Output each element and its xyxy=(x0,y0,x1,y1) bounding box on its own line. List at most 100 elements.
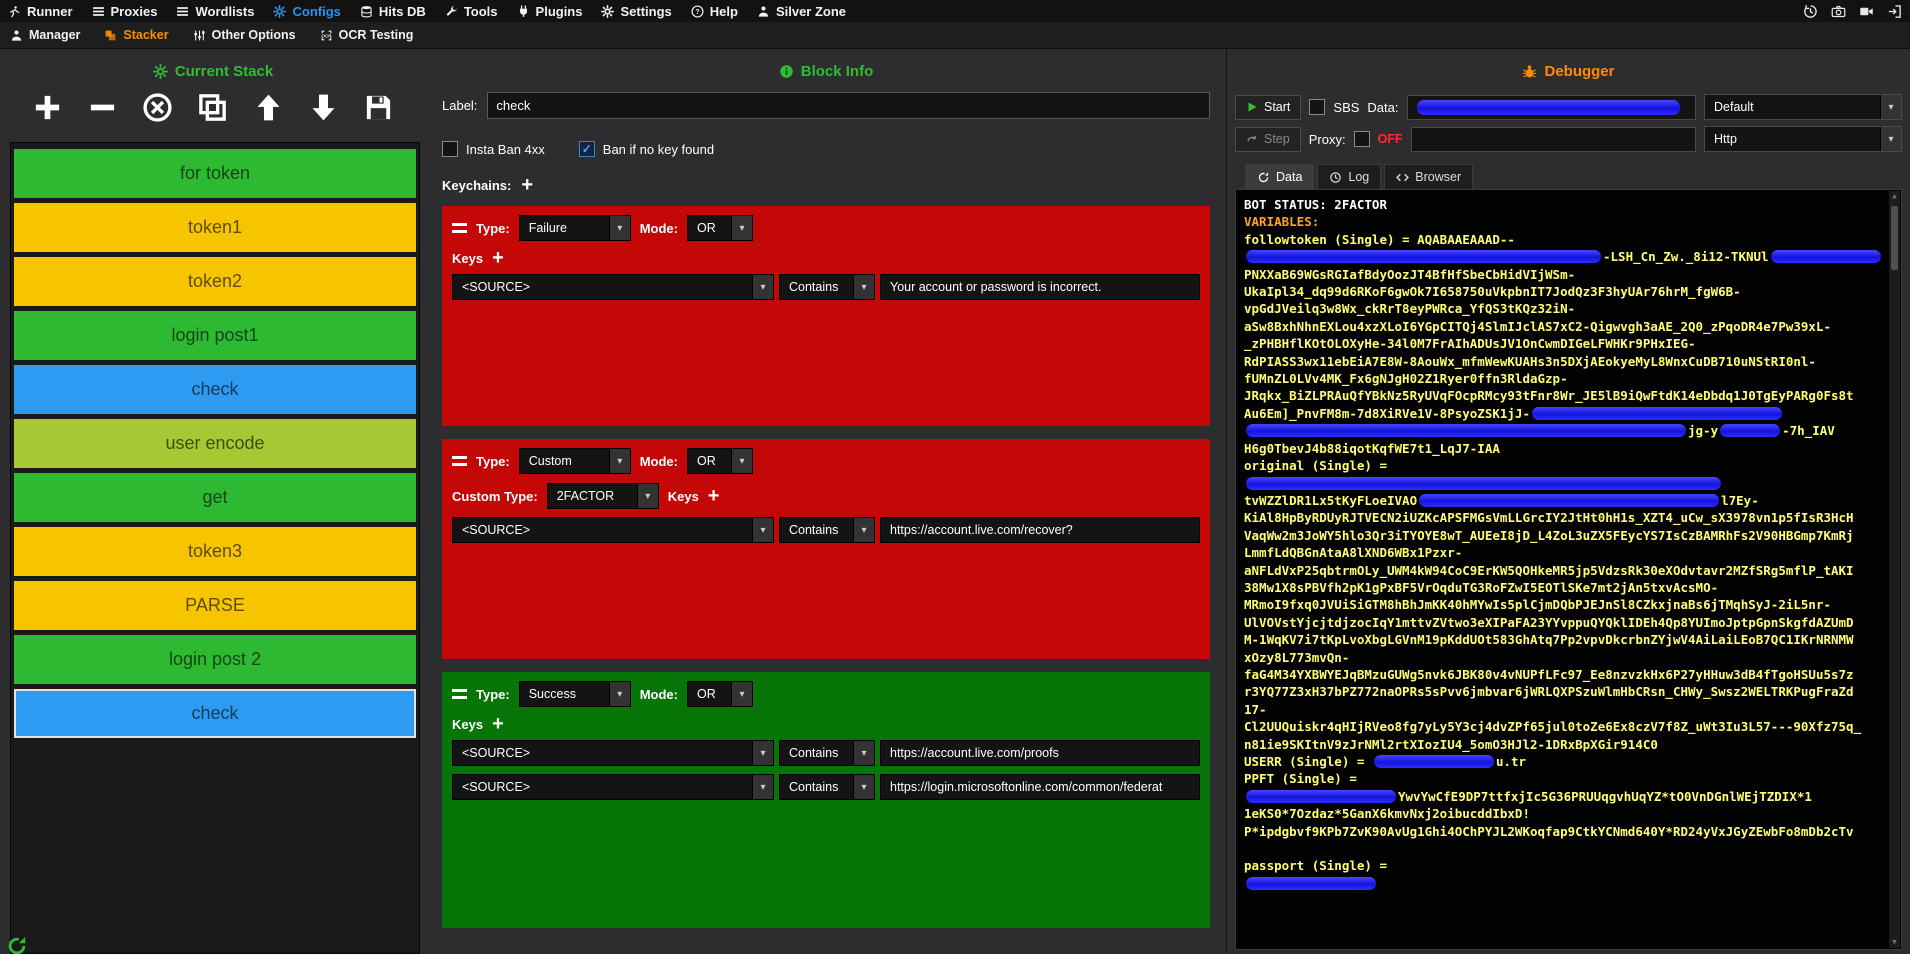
log-line: PNXXaB69WGsRGIafBdyOozJT4BfHfSbeCbHidVIj… xyxy=(1244,266,1883,283)
keychain-handle-icon[interactable] xyxy=(452,223,467,233)
menu-item-configs[interactable]: Configs xyxy=(273,4,340,19)
start-button[interactable]: Start xyxy=(1235,95,1301,120)
stack-item[interactable]: token3 xyxy=(14,527,416,576)
keychain-type-select[interactable]: Success▾ xyxy=(519,681,631,707)
keychain-success: Type:Success▾Mode:OR▾Keys+<SOURCE>▾Conta… xyxy=(442,672,1210,928)
log-line: RdPIASS3wx11ebEiA7E8W-8AouWx_mfmWewKUAHs… xyxy=(1244,353,1883,370)
proxy-checkbox[interactable] xyxy=(1354,131,1370,147)
menu-item-silver-zone[interactable]: Silver Zone xyxy=(757,4,846,19)
keychain-mode-select[interactable]: OR▾ xyxy=(687,448,753,474)
log-line xyxy=(1244,875,1883,892)
keychain-mode-select[interactable]: OR▾ xyxy=(687,681,753,707)
key-value-input[interactable]: https://account.live.com/recover? xyxy=(880,517,1200,543)
move-down-button[interactable] xyxy=(308,92,339,128)
video-icon[interactable] xyxy=(1859,4,1874,19)
log-line: aNFLdVxP25qbtrmOLy_UWM4kW94CoC9ErKW5QOHk… xyxy=(1244,562,1883,579)
chevron-down-icon: ▾ xyxy=(752,275,773,299)
stack-item[interactable]: check xyxy=(14,365,416,414)
keychain-type-select[interactable]: Failure▾ xyxy=(519,215,631,241)
block-label-input[interactable] xyxy=(487,92,1210,119)
history-icon[interactable] xyxy=(1803,4,1818,19)
stack-item[interactable]: for token xyxy=(14,149,416,198)
log-line xyxy=(1244,475,1883,492)
debugger-tab-browser[interactable]: Browser xyxy=(1384,164,1473,189)
keychain-mode-select[interactable]: OR▾ xyxy=(687,215,753,241)
menu-item-proxies[interactable]: Proxies xyxy=(92,4,158,19)
debugger-tab-data[interactable]: Data xyxy=(1245,164,1314,189)
key-condition-select[interactable]: Contains▾ xyxy=(779,517,875,543)
add-keychain-button[interactable]: + xyxy=(521,177,533,193)
menu-item-hits-db[interactable]: Hits DB xyxy=(360,4,426,19)
runner-icon xyxy=(8,5,21,18)
subtab-other-options[interactable]: Other Options xyxy=(193,28,296,42)
debugger-tab-log[interactable]: Log xyxy=(1317,164,1381,189)
exit-icon[interactable] xyxy=(1887,4,1902,19)
keychain-handle-icon[interactable] xyxy=(452,689,467,699)
key-value-input[interactable]: https://login.microsoftonline.com/common… xyxy=(880,774,1200,800)
menu-item-wordlists[interactable]: Wordlists xyxy=(176,4,254,19)
data-input[interactable] xyxy=(1407,95,1697,120)
camera-icon[interactable] xyxy=(1831,4,1846,19)
stack-item[interactable]: PARSE xyxy=(14,581,416,630)
menu-item-plugins[interactable]: Plugins xyxy=(517,4,583,19)
stack-item[interactable]: token2 xyxy=(14,257,416,306)
add-key-button[interactable]: + xyxy=(492,250,504,266)
move-up-button[interactable] xyxy=(253,92,284,128)
proxy-type-select[interactable]: Http ▾ xyxy=(1704,126,1902,152)
log-line: YwvYwCfE9DP7ttfxjIc5G36PRUUqgvhUqYZ*tO0V… xyxy=(1244,788,1883,805)
add-key-button[interactable]: + xyxy=(492,716,504,732)
ban-if-no-key-checkbox[interactable]: ✓Ban if no key found xyxy=(579,141,714,157)
key-value-input[interactable]: Your account or password is incorrect. xyxy=(880,274,1200,300)
person-icon xyxy=(10,29,23,42)
stack-item[interactable]: user encode xyxy=(14,419,416,468)
key-source-select[interactable]: <SOURCE>▾ xyxy=(452,517,774,543)
scroll-up-arrow[interactable]: ▲ xyxy=(1892,191,1896,202)
log-line: followtoken (Single) = AQABAAEAAAD-- xyxy=(1244,231,1883,248)
menu-item-settings[interactable]: Settings xyxy=(601,4,671,19)
redaction xyxy=(1246,424,1686,437)
stack-item[interactable]: login post 2 xyxy=(14,635,416,684)
refresh-status-icon[interactable] xyxy=(6,935,28,954)
chevron-down-icon: ▾ xyxy=(752,518,773,542)
save-config-button[interactable] xyxy=(363,92,394,128)
menu-item-runner[interactable]: Runner xyxy=(8,4,73,19)
stack-item[interactable]: token1 xyxy=(14,203,416,252)
log-scrollbar[interactable]: ▲ ▼ xyxy=(1889,191,1900,948)
keychain-custom: Type:Custom▾Mode:OR▾Custom Type:2FACTOR▾… xyxy=(442,439,1210,659)
key-source-select[interactable]: <SOURCE>▾ xyxy=(452,740,774,766)
stack-item-label: token3 xyxy=(188,541,242,562)
disable-block-button[interactable] xyxy=(142,92,173,128)
add-key-button[interactable]: + xyxy=(708,488,720,504)
keychain-type-select[interactable]: Custom▾ xyxy=(519,448,631,474)
step-button[interactable]: Step xyxy=(1235,127,1301,152)
stack-item[interactable]: login post1 xyxy=(14,311,416,360)
key-source-select[interactable]: <SOURCE>▾ xyxy=(452,274,774,300)
add-block-button[interactable] xyxy=(32,92,63,128)
stack-item[interactable]: check xyxy=(14,689,416,738)
sbs-checkbox[interactable] xyxy=(1309,99,1325,115)
scroll-down-arrow[interactable]: ▼ xyxy=(1892,937,1896,948)
chevron-down-icon: ▾ xyxy=(1880,95,1901,119)
insta-ban-4xx-checkbox[interactable]: Insta Ban 4xx xyxy=(442,141,545,157)
keychain-handle-icon[interactable] xyxy=(452,456,467,466)
key-condition-select[interactable]: Contains▾ xyxy=(779,740,875,766)
key-condition-select[interactable]: Contains▾ xyxy=(779,274,875,300)
subtab-manager[interactable]: Manager xyxy=(10,28,80,42)
log-line: faG4M34YXBWYEJqBMzuGUWg5nvk6JBK80v4vNUPf… xyxy=(1244,666,1883,683)
key-value-input[interactable]: https://account.live.com/proofs xyxy=(880,740,1200,766)
scrollbar-thumb[interactable] xyxy=(1891,206,1898,270)
key-condition-select[interactable]: Contains▾ xyxy=(779,774,875,800)
remove-block-button[interactable] xyxy=(87,92,118,128)
clone-block-button[interactable] xyxy=(197,92,228,128)
custom-type-select[interactable]: 2FACTOR▾ xyxy=(547,483,659,509)
subtab-stacker[interactable]: Stacker xyxy=(104,28,168,42)
log-content: BOT STATUS: 2FACTORVARIABLES:followtoken… xyxy=(1244,196,1883,892)
key-source-select[interactable]: <SOURCE>▾ xyxy=(452,774,774,800)
subtab-ocr-testing[interactable]: OCROCR Testing xyxy=(320,28,414,42)
ocr-icon: OCR xyxy=(320,29,333,42)
stack-item[interactable]: get xyxy=(14,473,416,522)
wordlist-type-select[interactable]: Default ▾ xyxy=(1704,94,1902,120)
proxy-input[interactable] xyxy=(1411,127,1696,152)
menu-item-help[interactable]: ?Help xyxy=(691,4,738,19)
menu-item-tools[interactable]: Tools xyxy=(445,4,498,19)
